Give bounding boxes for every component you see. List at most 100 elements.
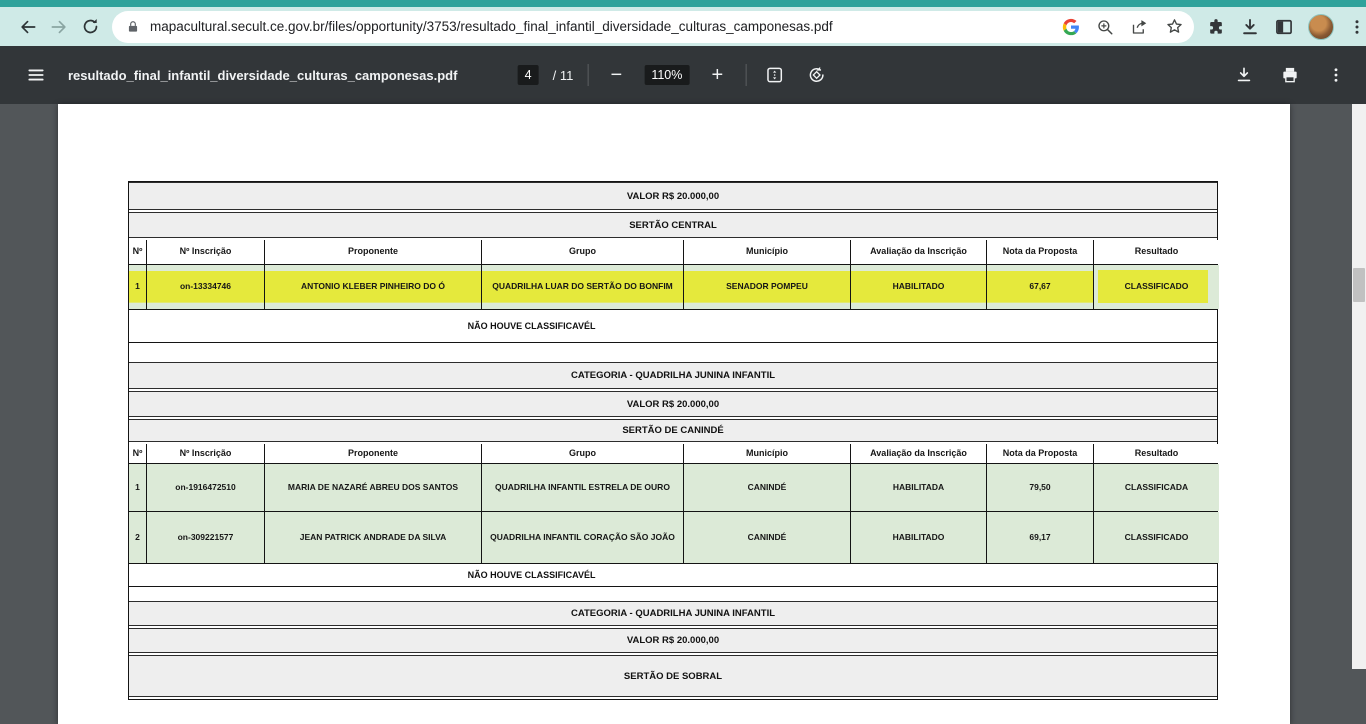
table-row-data: 1on-1916472510MARIA DE NAZARÉ ABREU DOS …: [129, 464, 1217, 512]
column-header-cell: Avaliação da Inscrição: [851, 240, 987, 264]
table-cell: CANINDÉ: [684, 512, 851, 563]
table-row-band: SERTÃO DE SOBRAL: [129, 655, 1217, 697]
column-header-cell: Avaliação da Inscrição: [851, 444, 987, 463]
lock-icon[interactable]: [126, 19, 140, 35]
table-row-spacer: [129, 587, 1217, 601]
table-row-data: 1on-13334746ANTONIO KLEBER PINHEIRO DO Ó…: [129, 265, 1217, 310]
browser-menu-icon[interactable]: [1348, 18, 1366, 36]
table-cell: CLASSIFICADO: [1094, 265, 1219, 309]
section-band-label: SERTÃO CENTRAL: [629, 220, 717, 231]
pdf-table: VALOR R$ 20.000,00SERTÃO CENTRALNºNº Ins…: [128, 181, 1218, 700]
table-row-band: SERTÃO DE CANINDÉ: [129, 419, 1217, 442]
column-header-cell: Nº Inscrição: [147, 444, 265, 463]
note-label: NÃO HOUVE CLASSIFICAVÉL: [129, 570, 934, 580]
section-band-label: VALOR R$ 20.000,00: [627, 635, 719, 646]
column-header-cell: Município: [684, 240, 851, 264]
download-icon[interactable]: [1240, 17, 1260, 37]
url-text[interactable]: mapacultural.secult.ce.gov.br/files/oppo…: [150, 19, 1054, 34]
scrollbar-thumb[interactable]: [1353, 268, 1365, 302]
column-header-cell: Proponente: [265, 240, 482, 264]
table-cell: MARIA DE NAZARÉ ABREU DOS SANTOS: [265, 464, 482, 511]
page-total-label: / 11: [553, 68, 574, 83]
table-row-band: CATEGORIA - QUADRILHA JUNINA INFANTIL: [129, 362, 1217, 389]
bookmark-star-icon[interactable]: [1165, 17, 1184, 36]
table-row-band: CATEGORIA - QUADRILHA JUNINA INFANTIL: [129, 601, 1217, 626]
hamburger-icon: [26, 65, 46, 85]
table-row-band: VALOR R$ 20.000,00: [129, 628, 1217, 653]
reload-button[interactable]: [75, 10, 106, 44]
table-cell: on-1916472510: [147, 464, 265, 511]
page-number-input[interactable]: 4: [518, 65, 539, 85]
table-cell: 1: [129, 265, 147, 309]
table-cell: on-13334746: [147, 265, 265, 309]
pdf-menu-button[interactable]: [22, 61, 50, 89]
section-band-label: SERTÃO DE SOBRAL: [624, 671, 722, 682]
table-cell: 79,50: [987, 464, 1094, 511]
reload-icon: [81, 17, 100, 36]
table-cell: QUADRILHA LUAR DO SERTÃO DO BONFIM: [482, 265, 684, 309]
table-cell: CLASSIFICADO: [1094, 512, 1219, 563]
column-header-cell: Resultado: [1094, 240, 1219, 264]
address-bar[interactable]: mapacultural.secult.ce.gov.br/files/oppo…: [112, 11, 1194, 43]
column-header-cell: Nº Inscrição: [147, 240, 265, 264]
section-band-label: SERTÃO DE CANINDÉ: [622, 425, 723, 436]
table-cell: CLASSIFICADA: [1094, 464, 1219, 511]
table-cell: on-309221577: [147, 512, 265, 563]
table-cell: HABILITADA: [851, 464, 987, 511]
fit-page-button[interactable]: [760, 61, 788, 89]
forward-button[interactable]: [43, 10, 74, 44]
back-arrow-icon: [18, 17, 38, 37]
zoom-level-value: 110%: [644, 65, 689, 85]
table-cell: QUADRILHA INFANTIL ESTRELA DE OURO: [482, 464, 684, 511]
section-band-label: VALOR R$ 20.000,00: [627, 191, 719, 202]
column-header-cell: Grupo: [482, 444, 684, 463]
column-header-cell: Resultado: [1094, 444, 1219, 463]
table-cell: 69,17: [987, 512, 1094, 563]
pdf-viewer-area: VALOR R$ 20.000,00SERTÃO CENTRALNºNº Ins…: [0, 104, 1366, 669]
minus-icon: −: [610, 64, 622, 87]
rotate-icon: [806, 65, 826, 85]
plus-icon: +: [712, 64, 724, 87]
pdf-page: VALOR R$ 20.000,00SERTÃO CENTRALNºNº Ins…: [58, 104, 1290, 724]
extensions-puzzle-icon[interactable]: [1206, 17, 1226, 37]
share-icon[interactable]: [1130, 18, 1149, 36]
browser-frame-strip: [0, 0, 1366, 7]
table-row-note: NÃO HOUVE CLASSIFICAVÉL: [129, 564, 1217, 587]
fit-page-icon: [764, 65, 784, 85]
table-cell: 1: [129, 464, 147, 511]
column-header-cell: Nota da Proposta: [987, 240, 1094, 264]
table-row-note: NÃO HOUVE CLASSIFICAVÉL: [129, 310, 1217, 343]
toolbar-divider: [587, 64, 588, 86]
rotate-button[interactable]: [802, 61, 830, 89]
scrollbar-track[interactable]: [1352, 104, 1366, 669]
pdf-download-button[interactable]: [1230, 61, 1258, 89]
table-cell: HABILITADO: [851, 265, 987, 309]
back-button[interactable]: [12, 10, 43, 44]
pdf-more-button[interactable]: [1322, 61, 1350, 89]
table-cell: SENADOR POMPEU: [684, 265, 851, 309]
zoom-in-button[interactable]: +: [703, 61, 731, 89]
pdf-toolbar: resultado_final_infantil_diversidade_cul…: [0, 46, 1366, 104]
table-cell: 2: [129, 512, 147, 563]
table-row-spacer: [129, 343, 1217, 362]
pdf-download-icon: [1234, 65, 1254, 85]
column-header-cell: Nº: [129, 444, 147, 463]
table-cell: 67,67: [987, 265, 1094, 309]
side-panel-icon[interactable]: [1274, 17, 1294, 37]
table-cell: JEAN PATRICK ANDRADE DA SILVA: [265, 512, 482, 563]
pdf-filename: resultado_final_infantil_diversidade_cul…: [68, 68, 457, 83]
zoom-out-button[interactable]: −: [602, 61, 630, 89]
table-row-band: SERTÃO CENTRAL: [129, 212, 1217, 238]
section-band-label: CATEGORIA - QUADRILHA JUNINA INFANTIL: [571, 370, 775, 381]
zoom-page-icon[interactable]: [1096, 18, 1114, 36]
browser-toolbar: mapacultural.secult.ce.gov.br/files/oppo…: [0, 7, 1366, 46]
pdf-print-button[interactable]: [1276, 61, 1304, 89]
table-row-band: VALOR R$ 20.000,00: [129, 182, 1217, 210]
section-band-label: CATEGORIA - QUADRILHA JUNINA INFANTIL: [571, 608, 775, 619]
profile-avatar[interactable]: [1308, 14, 1334, 40]
table-cell: CANINDÉ: [684, 464, 851, 511]
column-header-cell: Município: [684, 444, 851, 463]
column-header-cell: Nº: [129, 240, 147, 264]
table-row-header: NºNº InscriçãoProponenteGrupoMunicípioAv…: [129, 444, 1217, 464]
table-row-data: 2on-309221577JEAN PATRICK ANDRADE DA SIL…: [129, 512, 1217, 564]
